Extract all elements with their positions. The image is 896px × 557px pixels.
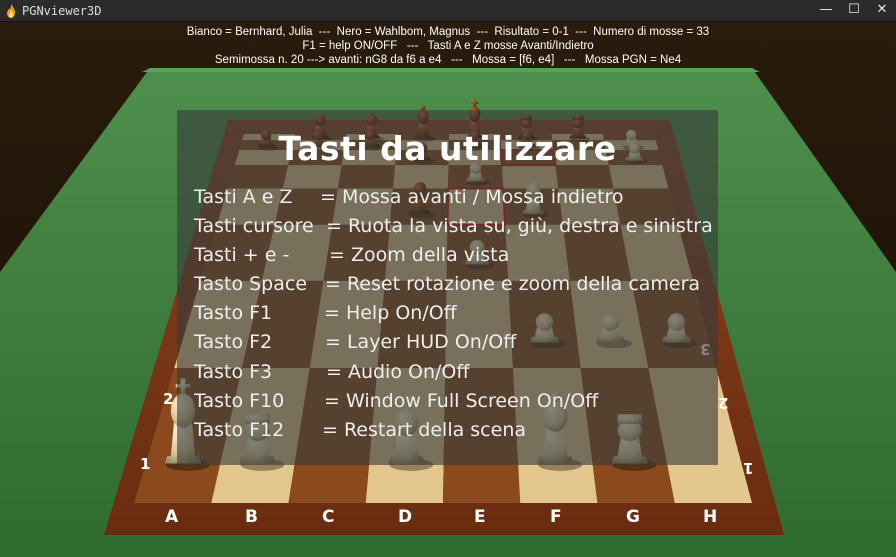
game-window: PGNviewer3D — ☐ ✕ Bianco = Bernhard, Jul… — [0, 0, 896, 557]
help-key: Tasto F2 — [194, 331, 273, 353]
help-desc: = Zoom della vista — [329, 244, 510, 266]
help-desc: = Help On/Off — [324, 302, 457, 324]
maximize-button[interactable]: ☐ — [846, 2, 862, 18]
help-key: Tasti + e - — [194, 244, 290, 266]
minimize-button[interactable]: — — [818, 2, 834, 18]
help-key: Tasto F10 — [194, 390, 285, 412]
help-desc: = Window Full Screen On/Off — [324, 390, 599, 412]
table-edge-highlight — [142, 68, 760, 72]
file-label-d: D — [398, 507, 413, 527]
3d-scene[interactable]: Bianco = Bernhard, Julia --- Nero = Wahl… — [0, 22, 896, 557]
help-key: Tasti A e Z — [194, 186, 293, 208]
help-key: Tasto F1 — [194, 302, 273, 324]
title-bar[interactable]: PGNviewer3D — ☐ ✕ — [0, 0, 896, 22]
help-desc: = Layer HUD On/Off — [325, 331, 517, 353]
close-button[interactable]: ✕ — [874, 2, 890, 18]
help-key: Tasto F3 — [194, 361, 273, 383]
window-title: PGNviewer3D — [22, 3, 102, 18]
file-label-c: C — [322, 507, 335, 527]
help-desc: = Audio On/Off — [326, 361, 470, 383]
help-overlay: Tasti da utilizzare Tasti A e Z = Mossa … — [177, 110, 718, 465]
file-label-a: A — [165, 507, 179, 527]
rank-label-1-right: 1 — [743, 459, 754, 477]
file-label-e: E — [474, 507, 486, 527]
rank-label-1-left: 1 — [140, 455, 151, 473]
help-key: Tasti cursore — [194, 215, 314, 237]
help-key: Tasto Space — [194, 273, 308, 295]
game-info-line-1: Bianco = Bernhard, Julia --- Nero = Wahl… — [186, 26, 710, 38]
file-label-b: B — [245, 507, 258, 527]
flame-icon — [7, 3, 15, 18]
help-desc: = Reset rotazione e zoom della camera — [325, 273, 701, 295]
rank-label-2-left: 2 — [163, 390, 174, 408]
game-info-line-3: Semimossa n. 20 ---> avanti: nG8 da f6 a… — [214, 54, 682, 66]
help-key: Tasto F12 — [194, 419, 285, 441]
file-label-g: G — [626, 507, 640, 527]
help-title: Tasti da utilizzare — [278, 129, 617, 168]
help-desc: = Ruota la vista su, giù, destra e sinis… — [326, 215, 713, 237]
file-label-f: F — [550, 507, 562, 527]
help-desc: = Mossa avanti / Mossa indietro — [320, 186, 624, 208]
file-label-h: H — [703, 507, 718, 527]
window-controls: — ☐ ✕ — [818, 2, 890, 18]
help-desc: = Restart della scena — [322, 419, 526, 441]
game-info-line-2: F1 = help ON/OFF --- Tasti A e Z mosse A… — [302, 40, 594, 52]
rank-label-2-right: 2 — [718, 394, 729, 412]
